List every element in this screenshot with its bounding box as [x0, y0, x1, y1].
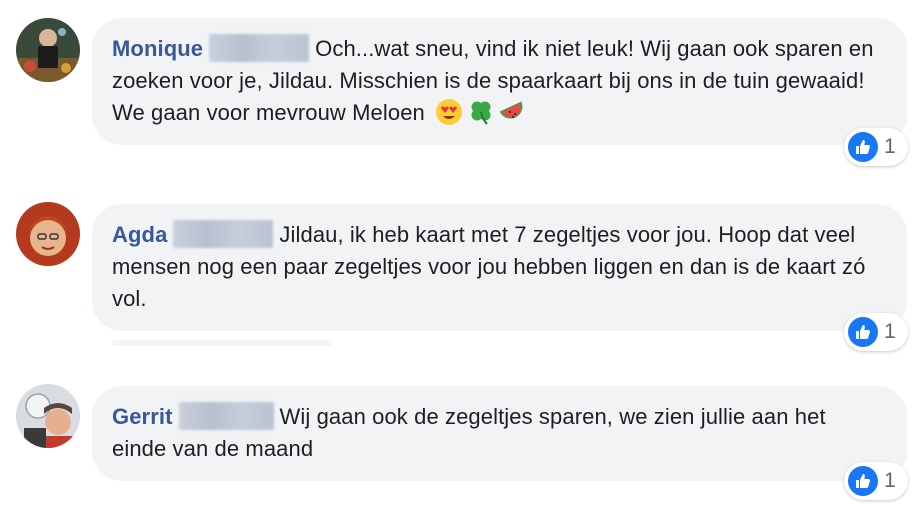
reaction-count: 1 [884, 135, 896, 158]
four-leaf-clover-emoji [467, 98, 495, 126]
redacted-surname [173, 220, 274, 248]
comment-bubble: Agda Jildau, ik heb kaart met 7 zegeltjes… [92, 204, 907, 331]
redacted-surname [209, 34, 310, 62]
reaction-badge[interactable]: 1 [844, 462, 908, 500]
reaction-badge[interactable]: 1 [844, 313, 908, 351]
heart-eyes-emoji [435, 98, 463, 126]
reaction-badge[interactable]: 1 [844, 128, 908, 166]
like-icon [848, 132, 878, 162]
comment-actions-placeholder [112, 340, 332, 346]
like-icon [848, 317, 878, 347]
reaction-count: 1 [884, 469, 896, 492]
comment-author[interactable]: Agda [112, 222, 167, 247]
comment-bubble: Monique Och...wat sneu, vind ik niet leuk… [92, 18, 907, 145]
comment-author[interactable]: Monique [112, 36, 203, 61]
comment-thread: Monique Och...wat sneu, vind ik niet leuk… [0, 0, 920, 518]
reaction-count: 1 [884, 320, 896, 343]
avatar-monique[interactable] [16, 18, 80, 82]
comment-bubble: Gerrit Wij gaan ook de zegeltjes sparen, … [92, 386, 907, 481]
like-icon [848, 466, 878, 496]
redacted-surname [178, 402, 274, 430]
watermelon-emoji [499, 98, 527, 126]
avatar-agda[interactable] [16, 202, 80, 266]
comment-author[interactable]: Gerrit [112, 404, 173, 429]
avatar-gerrit[interactable] [16, 384, 80, 448]
